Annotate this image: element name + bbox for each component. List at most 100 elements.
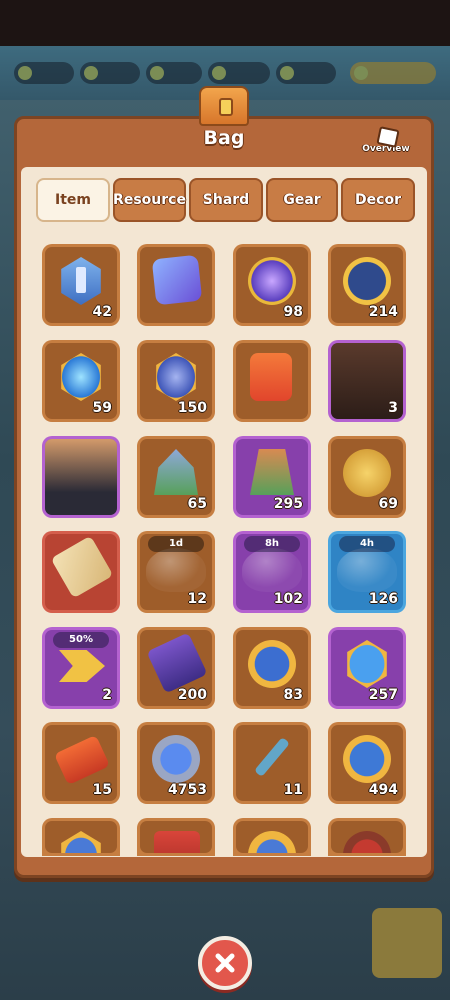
inventory-item[interactable] — [137, 244, 215, 326]
item-slot: 257 — [331, 630, 403, 706]
inventory-item[interactable] — [233, 818, 311, 856]
inventory-item[interactable]: 1d 12 — [137, 531, 215, 613]
partial-ticket-icon — [154, 831, 200, 853]
checkered-flag-badge-icon — [154, 353, 198, 401]
inventory-item[interactable] — [42, 436, 120, 518]
item-count: 257 — [368, 687, 398, 703]
item-slot: 200 — [140, 630, 212, 706]
item-count: 11 — [283, 782, 303, 798]
inventory-item[interactable]: 4753 — [137, 722, 215, 804]
inventory-item[interactable]: 295 — [233, 436, 311, 518]
item-slot — [236, 821, 308, 853]
overview-button[interactable]: Overview — [356, 126, 416, 162]
inventory-item[interactable]: 4h 126 — [328, 531, 406, 613]
tab-gear[interactable]: Gear — [266, 178, 338, 222]
inventory-item[interactable]: 494 — [328, 722, 406, 804]
inventory-item[interactable]: 98 — [233, 244, 311, 326]
item-slot: 8h 102 — [236, 534, 308, 610]
gold-emblem-icon — [343, 257, 391, 305]
inventory-item[interactable]: 65 — [137, 436, 215, 518]
resource-pill — [80, 62, 140, 84]
item-count: 59 — [92, 400, 112, 416]
item-timer-badge: 1d — [148, 536, 204, 552]
item-slot: 3 — [331, 343, 403, 419]
item-slot — [331, 821, 403, 853]
inventory-item[interactable] — [42, 531, 120, 613]
workshop-building-icon — [250, 449, 294, 497]
status-bar — [0, 0, 450, 46]
inventory-item[interactable] — [137, 818, 215, 856]
item-slot: 15 — [45, 725, 117, 801]
item-count: 3 — [388, 400, 398, 416]
inventory-item[interactable]: 83 — [233, 627, 311, 709]
blue-flame-badge-icon — [59, 353, 103, 401]
item-count: 98 — [283, 304, 303, 320]
inventory-item[interactable]: 200 — [137, 627, 215, 709]
bag-title-plate: Bag — [194, 86, 254, 158]
resource-pill — [208, 62, 270, 84]
shield-token-icon — [59, 257, 103, 305]
item-count: 126 — [368, 591, 398, 607]
page-title: Bag — [203, 127, 245, 149]
item-count: 83 — [283, 687, 303, 703]
tab-shard[interactable]: Shard — [189, 178, 263, 222]
resource-pill — [146, 62, 202, 84]
item-slot: 4753 — [140, 725, 212, 801]
castle-building-icon — [154, 449, 198, 497]
inventory-item[interactable] — [233, 340, 311, 422]
tab-item[interactable]: Item — [36, 178, 110, 222]
inventory-item[interactable]: 3 — [328, 340, 406, 422]
item-count: 2 — [102, 687, 112, 703]
inventory-item[interactable]: 150 — [137, 340, 215, 422]
inventory-item[interactable]: 257 — [328, 627, 406, 709]
scroll-map-icon — [50, 535, 114, 599]
inventory-item[interactable] — [328, 818, 406, 856]
item-slot: 11 — [236, 725, 308, 801]
close-button[interactable] — [198, 936, 252, 990]
close-icon — [215, 953, 235, 973]
partial-badge-icon — [59, 831, 103, 853]
item-count: 494 — [368, 782, 398, 798]
chest-icon — [199, 86, 249, 126]
item-timer-badge: 4h — [339, 536, 395, 552]
item-count: 295 — [273, 496, 303, 512]
inventory-item[interactable]: 11 — [233, 722, 311, 804]
inventory-item[interactable]: 42 — [42, 244, 120, 326]
resource-pill — [276, 62, 336, 84]
overview-icon — [375, 126, 397, 144]
item-slot: 69 — [331, 439, 403, 515]
partial-gold-badge-icon — [248, 831, 296, 853]
item-slot — [140, 247, 212, 323]
crown-medal-icon — [248, 640, 296, 688]
inventory-item[interactable]: 69 — [328, 436, 406, 518]
gold-tree-coin-icon — [343, 735, 391, 783]
blue-gem-icon — [152, 735, 200, 783]
side-event-card — [372, 908, 442, 978]
item-count: 214 — [368, 304, 398, 320]
inventory-item[interactable] — [42, 818, 120, 856]
item-slot: 494 — [331, 725, 403, 801]
item-slot: 83 — [236, 630, 308, 706]
inventory-item[interactable]: 8h 102 — [233, 531, 311, 613]
resource-pill — [350, 62, 436, 84]
inventory-item[interactable]: 214 — [328, 244, 406, 326]
item-slot: 295 — [236, 439, 308, 515]
item-slot — [45, 821, 117, 853]
item-timer-badge: 50% — [53, 632, 109, 648]
golden-horn-icon — [343, 449, 391, 497]
item-slot: 65 — [140, 439, 212, 515]
tab-decor[interactable]: Decor — [341, 178, 415, 222]
tab-resource[interactable]: Resource — [113, 178, 186, 222]
speedup-bubble-icon — [146, 548, 206, 592]
inventory-item[interactable]: 15 — [42, 722, 120, 804]
item-slot: 98 — [236, 247, 308, 323]
item-count: 150 — [177, 400, 207, 416]
inventory-item[interactable]: 50% 2 — [42, 627, 120, 709]
item-count: 15 — [92, 782, 112, 798]
key-icon — [250, 735, 294, 783]
resource-pill — [14, 62, 74, 84]
trident-badge-icon — [345, 640, 389, 688]
red-ticket-icon — [53, 734, 111, 786]
inventory-item[interactable]: 59 — [42, 340, 120, 422]
item-count: 12 — [187, 591, 207, 607]
